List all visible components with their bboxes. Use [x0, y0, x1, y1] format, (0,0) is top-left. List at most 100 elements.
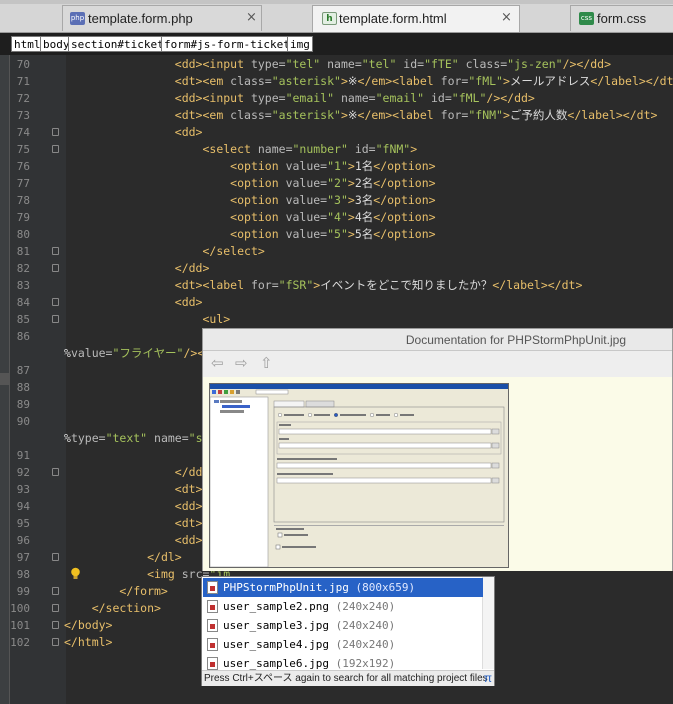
close-tab-icon[interactable]: × [501, 10, 512, 25]
code-text[interactable]: </body> [64, 617, 112, 634]
code-line[interactable]: 81 </select> [0, 243, 673, 260]
code-text[interactable]: %value="フライヤー"/><s [64, 345, 211, 362]
fold-marker-icon[interactable] [52, 587, 59, 595]
code-text[interactable]: </html> [64, 634, 112, 651]
breadcrumb-html[interactable]: html [11, 36, 44, 52]
completion-item-label: user_sample3.jpg (240x240) [223, 616, 395, 635]
preview-image-graphic [210, 384, 508, 567]
code-line[interactable]: 79 <option value="4">4名</option> [0, 209, 673, 226]
breadcrumb-section[interactable]: section#tickets [68, 36, 174, 52]
completion-item-size: (240x240) [335, 638, 396, 651]
code-line[interactable]: 77 <option value="2">2名</option> [0, 175, 673, 192]
completion-item[interactable]: user_sample2.png (240x240) [203, 597, 483, 616]
code-text[interactable]: </dl> [64, 549, 182, 566]
documentation-title: Documentation for PHPStormPhpUnit.jpg [203, 329, 672, 351]
code-line[interactable]: 84 <dd> [0, 294, 673, 311]
completion-item[interactable]: user_sample3.jpg (240x240) [203, 616, 483, 635]
code-text[interactable]: </section> [64, 600, 161, 617]
line-number: 81 [16, 245, 30, 258]
line-number: 101 [10, 619, 30, 632]
code-text[interactable]: </dd> [64, 260, 210, 277]
completion-item-name: PHPStormPhpUnit.jpg [223, 581, 349, 594]
code-text[interactable]: <dd><input type="tel" name="tel" id="fTE… [64, 56, 611, 73]
fold-marker-icon[interactable] [52, 145, 59, 153]
breadcrumb-form[interactable]: form#js-form-tickets [161, 36, 300, 52]
fold-marker-icon[interactable] [52, 264, 59, 272]
tab-form-css[interactable]: css form.css [570, 5, 673, 31]
code-text[interactable]: <option value="3">3名</option> [64, 192, 435, 209]
code-line[interactable]: 83 <dt><label for="fSR">イベントをどこで知りましたか？<… [0, 277, 673, 294]
fold-marker-icon[interactable] [52, 315, 59, 323]
code-text[interactable]: <dd><input type="email" name="email" id=… [64, 90, 535, 107]
back-arrow-icon[interactable]: ⇦ [211, 354, 224, 372]
tab-label: form.css [597, 11, 647, 26]
forward-arrow-icon[interactable]: ⇨ [235, 354, 248, 372]
code-text[interactable]: <dd> [64, 294, 203, 311]
completion-item-size: (240x240) [335, 600, 396, 613]
line-number: 99 [16, 585, 30, 598]
fold-marker-icon[interactable] [52, 298, 59, 306]
image-file-icon [207, 638, 218, 651]
completion-item-size: (192x192) [335, 657, 396, 670]
completion-item-size: (240x240) [335, 619, 396, 632]
tab-template-form-php[interactable]: php template.form.php × [62, 5, 262, 31]
code-text[interactable]: <option value="4">4名</option> [64, 209, 435, 226]
tab-bar-top-strip [0, 0, 673, 4]
image-preview-thumbnail [209, 383, 509, 568]
code-line[interactable]: 72 <dd><input type="email" name="email" … [0, 90, 673, 107]
code-text[interactable]: %type="text" name="sour [64, 430, 223, 447]
code-text[interactable]: <option value="2">2名</option> [64, 175, 435, 192]
completion-item[interactable]: PHPStormPhpUnit.jpg (800x659) [203, 578, 483, 597]
completion-item[interactable]: user_sample4.jpg (240x240) [203, 635, 483, 654]
code-line[interactable]: 70 <dd><input type="tel" name="tel" id="… [0, 56, 673, 73]
code-line[interactable]: 73 <dt><em class="asterisk">※</em><label… [0, 107, 673, 124]
completion-scrollbar[interactable] [482, 577, 494, 669]
code-text[interactable]: <dt><label for="fSR">イベントをどこで知りましたか？</la… [64, 277, 583, 294]
line-number: 93 [16, 483, 30, 496]
code-line[interactable]: 85 <ul> [0, 311, 673, 328]
fold-marker-icon[interactable] [52, 553, 59, 561]
breadcrumb: html body section#tickets form#js-form-t… [0, 33, 673, 55]
code-text[interactable]: <select name="number" id="fNM"> [64, 141, 417, 158]
code-line[interactable]: 78 <option value="3">3名</option> [0, 192, 673, 209]
code-text[interactable]: <option value="5">5名</option> [64, 226, 435, 243]
pi-icon[interactable]: π [484, 671, 492, 686]
code-text[interactable]: <dd> [64, 124, 203, 141]
fold-marker-icon[interactable] [52, 621, 59, 629]
line-number: 86 [16, 330, 30, 343]
code-line[interactable]: 82 </dd> [0, 260, 673, 277]
fold-marker-icon[interactable] [52, 638, 59, 646]
line-number: 78 [16, 194, 30, 207]
code-text[interactable]: <dt><em class="asterisk">※</em><label fo… [64, 73, 673, 90]
line-number: 70 [16, 58, 30, 71]
up-arrow-icon[interactable]: ⇧ [260, 354, 273, 372]
code-text[interactable]: </form> [64, 583, 167, 600]
code-text[interactable]: </select> [64, 243, 264, 260]
line-number: 77 [16, 177, 30, 190]
code-line[interactable]: 75 <select name="number" id="fNM"> [0, 141, 673, 158]
code-text[interactable]: </dd> [64, 464, 210, 481]
code-text[interactable]: <ul> [64, 311, 230, 328]
fold-marker-icon[interactable] [52, 247, 59, 255]
fold-marker-icon[interactable] [52, 468, 59, 476]
line-number: 87 [16, 364, 30, 377]
css-file-icon: css [579, 12, 594, 25]
code-line[interactable]: 80 <option value="5">5名</option> [0, 226, 673, 243]
tab-template-form-html[interactable]: h template.form.html × [312, 5, 520, 32]
fold-marker-icon[interactable] [52, 604, 59, 612]
line-number: 88 [16, 381, 30, 394]
code-text[interactable]: <dt><em class="asterisk">※</em><label fo… [64, 107, 658, 124]
breadcrumb-img[interactable]: img [287, 36, 313, 52]
code-text[interactable]: <option value="1">1名</option> [64, 158, 435, 175]
line-number: 85 [16, 313, 30, 326]
line-number: 102 [10, 636, 30, 649]
fold-marker-icon[interactable] [52, 128, 59, 136]
code-line[interactable]: 76 <option value="1">1名</option> [0, 158, 673, 175]
image-preview-area [203, 377, 672, 571]
line-number: 94 [16, 500, 30, 513]
completion-item-size: (800x659) [355, 581, 416, 594]
line-number: 75 [16, 143, 30, 156]
close-tab-icon[interactable]: × [246, 10, 257, 25]
code-line[interactable]: 71 <dt><em class="asterisk">※</em><label… [0, 73, 673, 90]
code-line[interactable]: 74 <dd> [0, 124, 673, 141]
